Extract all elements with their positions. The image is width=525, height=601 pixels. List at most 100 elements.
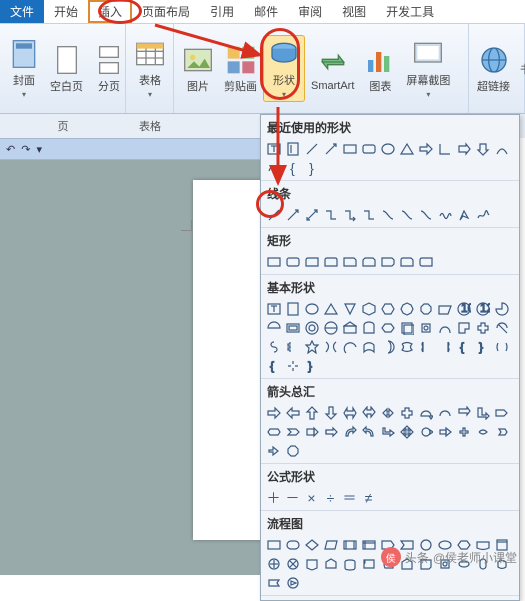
shape-item[interactable] xyxy=(265,404,282,421)
line-elbow-arrow[interactable] xyxy=(341,206,358,223)
shape-rbrace[interactable]: } xyxy=(303,159,320,176)
eq-div[interactable]: ÷ xyxy=(322,489,339,506)
btn-chart[interactable]: 图表 xyxy=(360,42,400,96)
shape-item[interactable] xyxy=(322,536,339,553)
eq-minus[interactable]: － xyxy=(284,489,301,506)
redo-icon[interactable]: ↷ xyxy=(21,143,30,156)
shape-item[interactable]: { xyxy=(265,357,282,374)
shape-item[interactable] xyxy=(303,338,320,355)
eq-plus[interactable]: ＋ xyxy=(265,489,282,506)
tab-mail[interactable]: 邮件 xyxy=(244,0,288,23)
shape-item[interactable] xyxy=(360,536,377,553)
qat-dropdown-icon[interactable]: ▾ xyxy=(36,143,42,156)
shape-item[interactable] xyxy=(379,404,396,421)
shape-item[interactable] xyxy=(265,319,282,336)
shape-item[interactable] xyxy=(341,300,358,317)
shape-item[interactable] xyxy=(493,338,510,355)
shape-item[interactable] xyxy=(474,404,491,421)
shape-item[interactable] xyxy=(493,404,510,421)
shape-item[interactable] xyxy=(455,404,472,421)
shape-block-right[interactable] xyxy=(455,140,472,157)
shape-item[interactable] xyxy=(379,319,396,336)
shape-item[interactable] xyxy=(265,300,282,317)
tab-view[interactable]: 视图 xyxy=(332,0,376,23)
tab-references[interactable]: 引用 xyxy=(200,0,244,23)
shape-right-arrow[interactable] xyxy=(417,140,434,157)
line-elbow[interactable] xyxy=(322,206,339,223)
shape-item[interactable] xyxy=(493,319,510,336)
shape-item[interactable] xyxy=(360,555,377,572)
shape-item[interactable] xyxy=(360,300,377,317)
btn-clipart[interactable]: 剪贴画 xyxy=(220,42,261,96)
line-arrow[interactable] xyxy=(284,206,301,223)
shape-freeform[interactable] xyxy=(265,159,282,176)
btn-cover[interactable]: 封面 ▾ xyxy=(4,36,44,101)
shape-item[interactable] xyxy=(284,555,301,572)
shape-l-bend[interactable] xyxy=(436,140,453,157)
tab-devtools[interactable]: 开发工具 xyxy=(376,0,444,23)
shape-item[interactable] xyxy=(417,423,434,440)
rect-8[interactable] xyxy=(398,253,415,270)
shape-item[interactable] xyxy=(284,574,301,591)
shape-item[interactable] xyxy=(417,404,434,421)
tab-insert[interactable]: 插入 xyxy=(88,0,132,23)
shape-item[interactable] xyxy=(341,338,358,355)
shape-item[interactable] xyxy=(284,442,301,459)
shape-item[interactable] xyxy=(265,536,282,553)
shape-item[interactable] xyxy=(398,300,415,317)
shape-item[interactable] xyxy=(455,319,472,336)
shape-triangle[interactable] xyxy=(398,140,415,157)
shape-item[interactable] xyxy=(303,300,320,317)
eq-neq[interactable]: ≠ xyxy=(360,489,377,506)
shape-textbox[interactable] xyxy=(265,140,282,157)
shape-item[interactable] xyxy=(341,404,358,421)
eq-mult[interactable]: × xyxy=(303,489,320,506)
btn-blankpage[interactable]: 空白页 xyxy=(46,42,87,96)
shape-item[interactable] xyxy=(322,404,339,421)
shape-block-down[interactable] xyxy=(474,140,491,157)
shape-item[interactable] xyxy=(265,574,282,591)
shape-item[interactable] xyxy=(360,404,377,421)
line-freeform[interactable] xyxy=(455,206,472,223)
shape-item[interactable] xyxy=(303,423,320,440)
line-scribble2[interactable] xyxy=(474,206,491,223)
shape-item[interactable]: 10 xyxy=(455,300,472,317)
line-curve[interactable] xyxy=(379,206,396,223)
shape-item[interactable]: } xyxy=(303,357,320,374)
shape-item[interactable] xyxy=(265,423,282,440)
line-elbow-double[interactable] xyxy=(360,206,377,223)
shape-item[interactable] xyxy=(493,300,510,317)
shape-line[interactable] xyxy=(303,140,320,157)
shape-item[interactable] xyxy=(436,338,453,355)
shape-item[interactable] xyxy=(341,555,358,572)
btn-bookmark[interactable]: 书 xyxy=(516,59,525,79)
shape-item[interactable] xyxy=(417,319,434,336)
shape-item[interactable] xyxy=(379,423,396,440)
document-page[interactable] xyxy=(193,180,265,540)
btn-hyperlink[interactable]: 超链接 xyxy=(473,42,514,96)
shape-curve[interactable] xyxy=(493,140,510,157)
line-straight[interactable] xyxy=(265,206,282,223)
rect-9[interactable] xyxy=(417,253,434,270)
rect-5[interactable] xyxy=(341,253,358,270)
shape-item[interactable] xyxy=(360,423,377,440)
shape-vtextbox[interactable] xyxy=(284,140,301,157)
shape-item[interactable] xyxy=(455,423,472,440)
shape-arrow-line[interactable] xyxy=(322,140,339,157)
rect-2[interactable] xyxy=(284,253,301,270)
undo-icon[interactable]: ↶ xyxy=(6,143,15,156)
tab-home[interactable]: 开始 xyxy=(44,0,88,23)
shape-item[interactable] xyxy=(284,319,301,336)
shape-item[interactable] xyxy=(265,338,282,355)
rect-7[interactable] xyxy=(379,253,396,270)
shape-item[interactable] xyxy=(265,555,282,572)
shape-item[interactable] xyxy=(474,319,491,336)
shape-item[interactable] xyxy=(398,404,415,421)
shape-item[interactable] xyxy=(398,319,415,336)
shape-item[interactable] xyxy=(284,300,301,317)
rect-1[interactable] xyxy=(265,253,282,270)
line-curve-double[interactable] xyxy=(417,206,434,223)
shape-item[interactable] xyxy=(303,555,320,572)
shape-item[interactable] xyxy=(360,338,377,355)
shape-item[interactable] xyxy=(436,423,453,440)
